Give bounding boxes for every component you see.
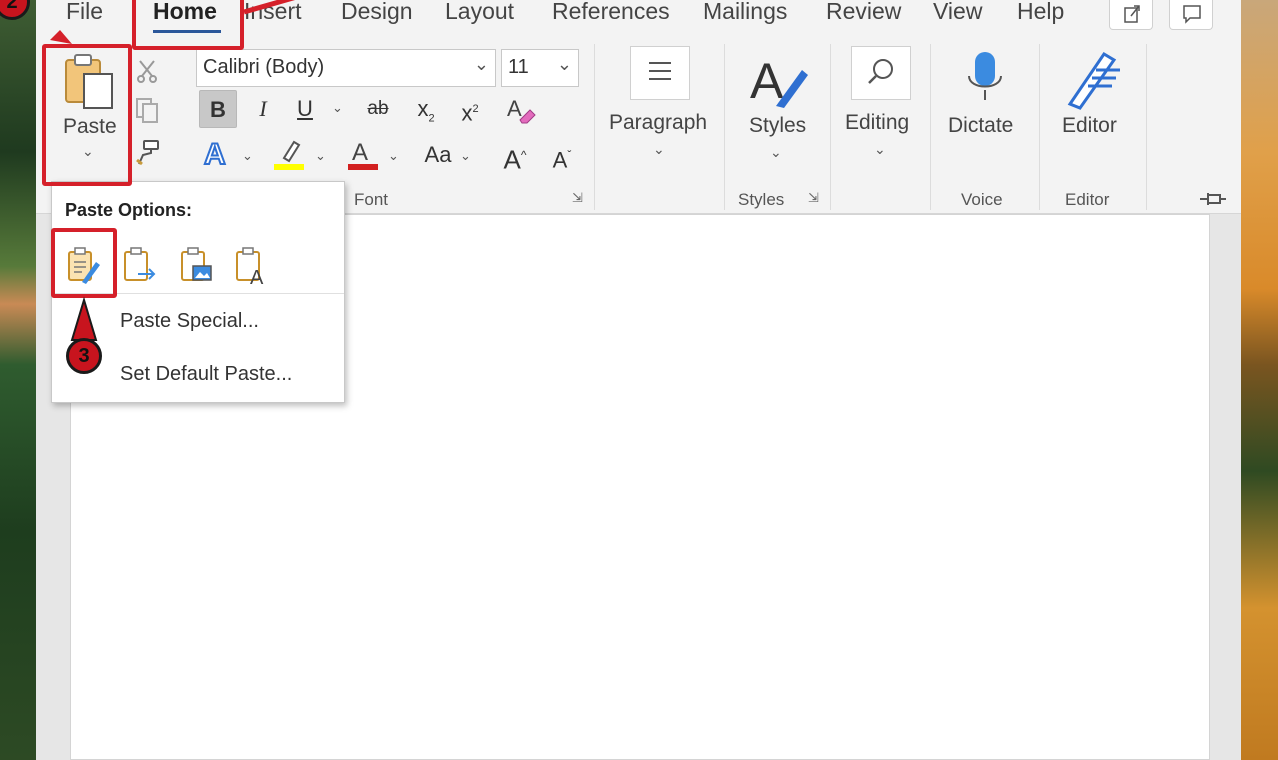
annotation-arrows	[50, 0, 296, 341]
group-separator	[724, 44, 725, 210]
svg-text:A: A	[352, 139, 368, 166]
tab-view[interactable]: View	[933, 0, 982, 25]
font-color-icon: A	[348, 139, 378, 170]
arrow-to-home-tab	[243, 0, 296, 15]
editing-chevron-icon[interactable]: ⌄	[874, 141, 886, 158]
font-dialog-launcher-icon[interactable]: ⇲	[572, 190, 583, 206]
clear-formatting-icon: A	[507, 96, 536, 124]
editor-pen-icon	[1067, 51, 1120, 110]
font-size-dropdown[interactable]: 11 ⌄	[501, 49, 579, 87]
comment-icon	[1183, 5, 1201, 24]
svg-text:A: A	[750, 53, 784, 109]
superscript-button[interactable]: x2	[451, 90, 489, 128]
chevron-down-icon: ⌄	[473, 54, 489, 74]
editing-label[interactable]: Editing	[845, 111, 909, 135]
tab-mailings[interactable]: Mailings	[703, 0, 787, 25]
tab-design[interactable]: Design	[341, 0, 413, 25]
caret-down-icon: ˇ	[567, 148, 572, 162]
search-icon	[868, 59, 893, 84]
clear-formatting-button[interactable]: A	[504, 92, 538, 131]
styles-group-label: Styles	[738, 190, 785, 209]
editor-button[interactable]	[1062, 48, 1126, 115]
paragraph-chevron-icon[interactable]: ⌄	[653, 141, 665, 158]
group-separator	[1146, 44, 1147, 210]
chevron-down-icon: ⌄	[556, 54, 572, 74]
shrink-font-button[interactable]: Aˇ	[543, 136, 581, 174]
tab-references[interactable]: References	[552, 0, 670, 25]
styles-label[interactable]: Styles	[749, 114, 806, 138]
grow-font-button[interactable]: A^	[496, 136, 534, 175]
share-icon	[1124, 5, 1140, 23]
caret-up-icon: ^	[520, 148, 527, 162]
group-separator	[830, 44, 831, 210]
change-case-button[interactable]: Aa	[416, 136, 460, 174]
editor-label[interactable]: Editor	[1062, 114, 1117, 138]
desktop-background-right	[1240, 0, 1278, 760]
microphone-icon	[968, 52, 1002, 100]
change-case-chevron-icon[interactable]: ⌄	[460, 148, 471, 164]
svg-text:A: A	[507, 96, 522, 121]
comments-button[interactable]	[1169, 0, 1213, 30]
subscript-button[interactable]: x2	[407, 90, 445, 128]
styles-icon: A	[750, 53, 808, 109]
grow-font-label: A	[503, 144, 521, 175]
share-button[interactable]	[1109, 0, 1153, 30]
superscript-label: x	[461, 100, 473, 126]
styles-dialog-launcher-icon[interactable]: ⇲	[808, 190, 819, 206]
group-separator	[594, 44, 595, 210]
editing-button[interactable]	[851, 46, 911, 100]
paragraph-label[interactable]: Paragraph	[609, 111, 707, 135]
editor-group-label: Editor	[1065, 190, 1110, 209]
styles-gallery-button[interactable]: A	[748, 50, 810, 117]
font-group-label: Font	[354, 190, 389, 209]
shrink-font-label: A	[552, 147, 568, 173]
arrow-to-paste-option	[70, 296, 98, 341]
strikethrough-button[interactable]: ab	[359, 90, 397, 128]
align-text-icon	[649, 62, 671, 80]
subscript-label: x	[417, 96, 429, 121]
dictate-button[interactable]	[964, 50, 1006, 113]
paragraph-button[interactable]	[630, 46, 690, 100]
voice-group-label: Voice	[961, 190, 1003, 209]
dictate-label[interactable]: Dictate	[948, 114, 1013, 138]
subscript-marker-icon: 2	[428, 112, 435, 125]
underline-chevron-icon[interactable]: ⌄	[332, 100, 343, 116]
styles-chevron-icon[interactable]: ⌄	[770, 144, 782, 161]
font-color-button[interactable]: A	[346, 136, 380, 177]
superscript-marker-icon: 2	[472, 103, 479, 115]
tab-review[interactable]: Review	[826, 0, 901, 25]
pin-ribbon-button[interactable]	[1198, 190, 1228, 213]
tab-layout[interactable]: Layout	[445, 0, 514, 25]
tab-help[interactable]: Help	[1017, 0, 1064, 25]
font-color-chevron-icon[interactable]: ⌄	[388, 148, 399, 164]
step-badge-3: 3	[66, 338, 102, 374]
group-separator	[930, 44, 931, 210]
arrow-to-paste-button	[50, 30, 72, 44]
pin-icon	[1200, 193, 1226, 205]
group-separator	[1039, 44, 1040, 210]
font-size-value: 11	[508, 56, 529, 78]
